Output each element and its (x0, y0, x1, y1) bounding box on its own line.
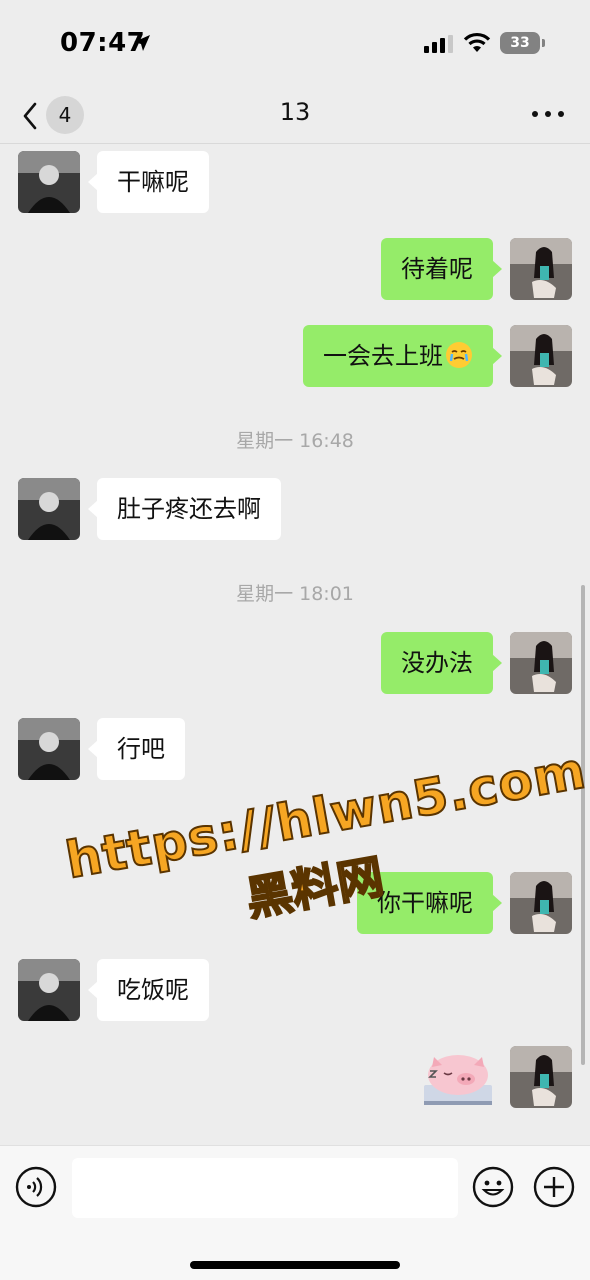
status-bar: 07:47 33 (0, 0, 590, 88)
message-bubble[interactable]: 你干嘛呢 (357, 872, 502, 934)
input-bar (0, 1145, 590, 1280)
message-bubble[interactable]: 一会去上班 (303, 325, 502, 387)
more-icon-dot (545, 111, 551, 117)
message-timestamp: 星期一 18:01 (236, 583, 354, 605)
chat-screen: 07:47 33 4 13 干嘛呢 待着呢 一会去上班 星期一 16:48 肚子… (0, 0, 590, 1280)
message-bubble[interactable]: 吃饭呢 (88, 959, 209, 1021)
contact-avatar[interactable] (18, 718, 80, 780)
contact-avatar[interactable] (18, 478, 80, 540)
message-input[interactable] (72, 1158, 458, 1218)
message-list[interactable]: 干嘛呢 待着呢 一会去上班 星期一 16:48 肚子疼还去啊 星期一 18:01… (0, 145, 590, 1145)
signal-icon (424, 35, 453, 53)
plus-icon[interactable] (533, 1166, 575, 1208)
voice-icon[interactable] (15, 1166, 57, 1208)
location-arrow-icon (134, 35, 150, 51)
emoji-icon[interactable] (472, 1166, 514, 1208)
more-button[interactable] (528, 102, 568, 126)
battery-cap (542, 39, 545, 47)
chevron-left-icon (23, 102, 37, 130)
contact-avatar[interactable] (18, 959, 80, 1021)
self-avatar[interactable] (510, 632, 572, 694)
more-icon-dot (558, 111, 564, 117)
message-text: 一会去上班 (323, 342, 443, 370)
scrollbar[interactable] (581, 585, 585, 1065)
message-bubble[interactable]: 干嘛呢 (88, 151, 209, 213)
chat-title: 13 (279, 98, 311, 126)
self-avatar[interactable] (510, 325, 572, 387)
unread-count-badge: 4 (46, 96, 84, 134)
sleeping-pig-sticker-icon[interactable] (420, 1045, 496, 1109)
message-timestamp: 星期一 16:48 (236, 430, 354, 452)
contact-avatar[interactable] (18, 151, 80, 213)
nav-bar: 4 13 (0, 88, 590, 144)
more-icon (532, 111, 538, 117)
home-indicator[interactable] (190, 1261, 400, 1269)
self-avatar[interactable] (510, 872, 572, 934)
message-bubble[interactable]: 行吧 (88, 718, 185, 780)
message-bubble[interactable]: 没办法 (381, 632, 502, 694)
self-avatar[interactable] (510, 1046, 572, 1108)
back-button[interactable]: 4 (18, 94, 88, 138)
message-bubble[interactable]: 待着呢 (381, 238, 502, 300)
message-bubble[interactable]: 肚子疼还去啊 (88, 478, 281, 540)
wifi-icon (463, 32, 491, 52)
self-avatar[interactable] (510, 238, 572, 300)
crying-face-emoji-icon (446, 342, 472, 368)
battery-level: 33 (510, 35, 530, 51)
